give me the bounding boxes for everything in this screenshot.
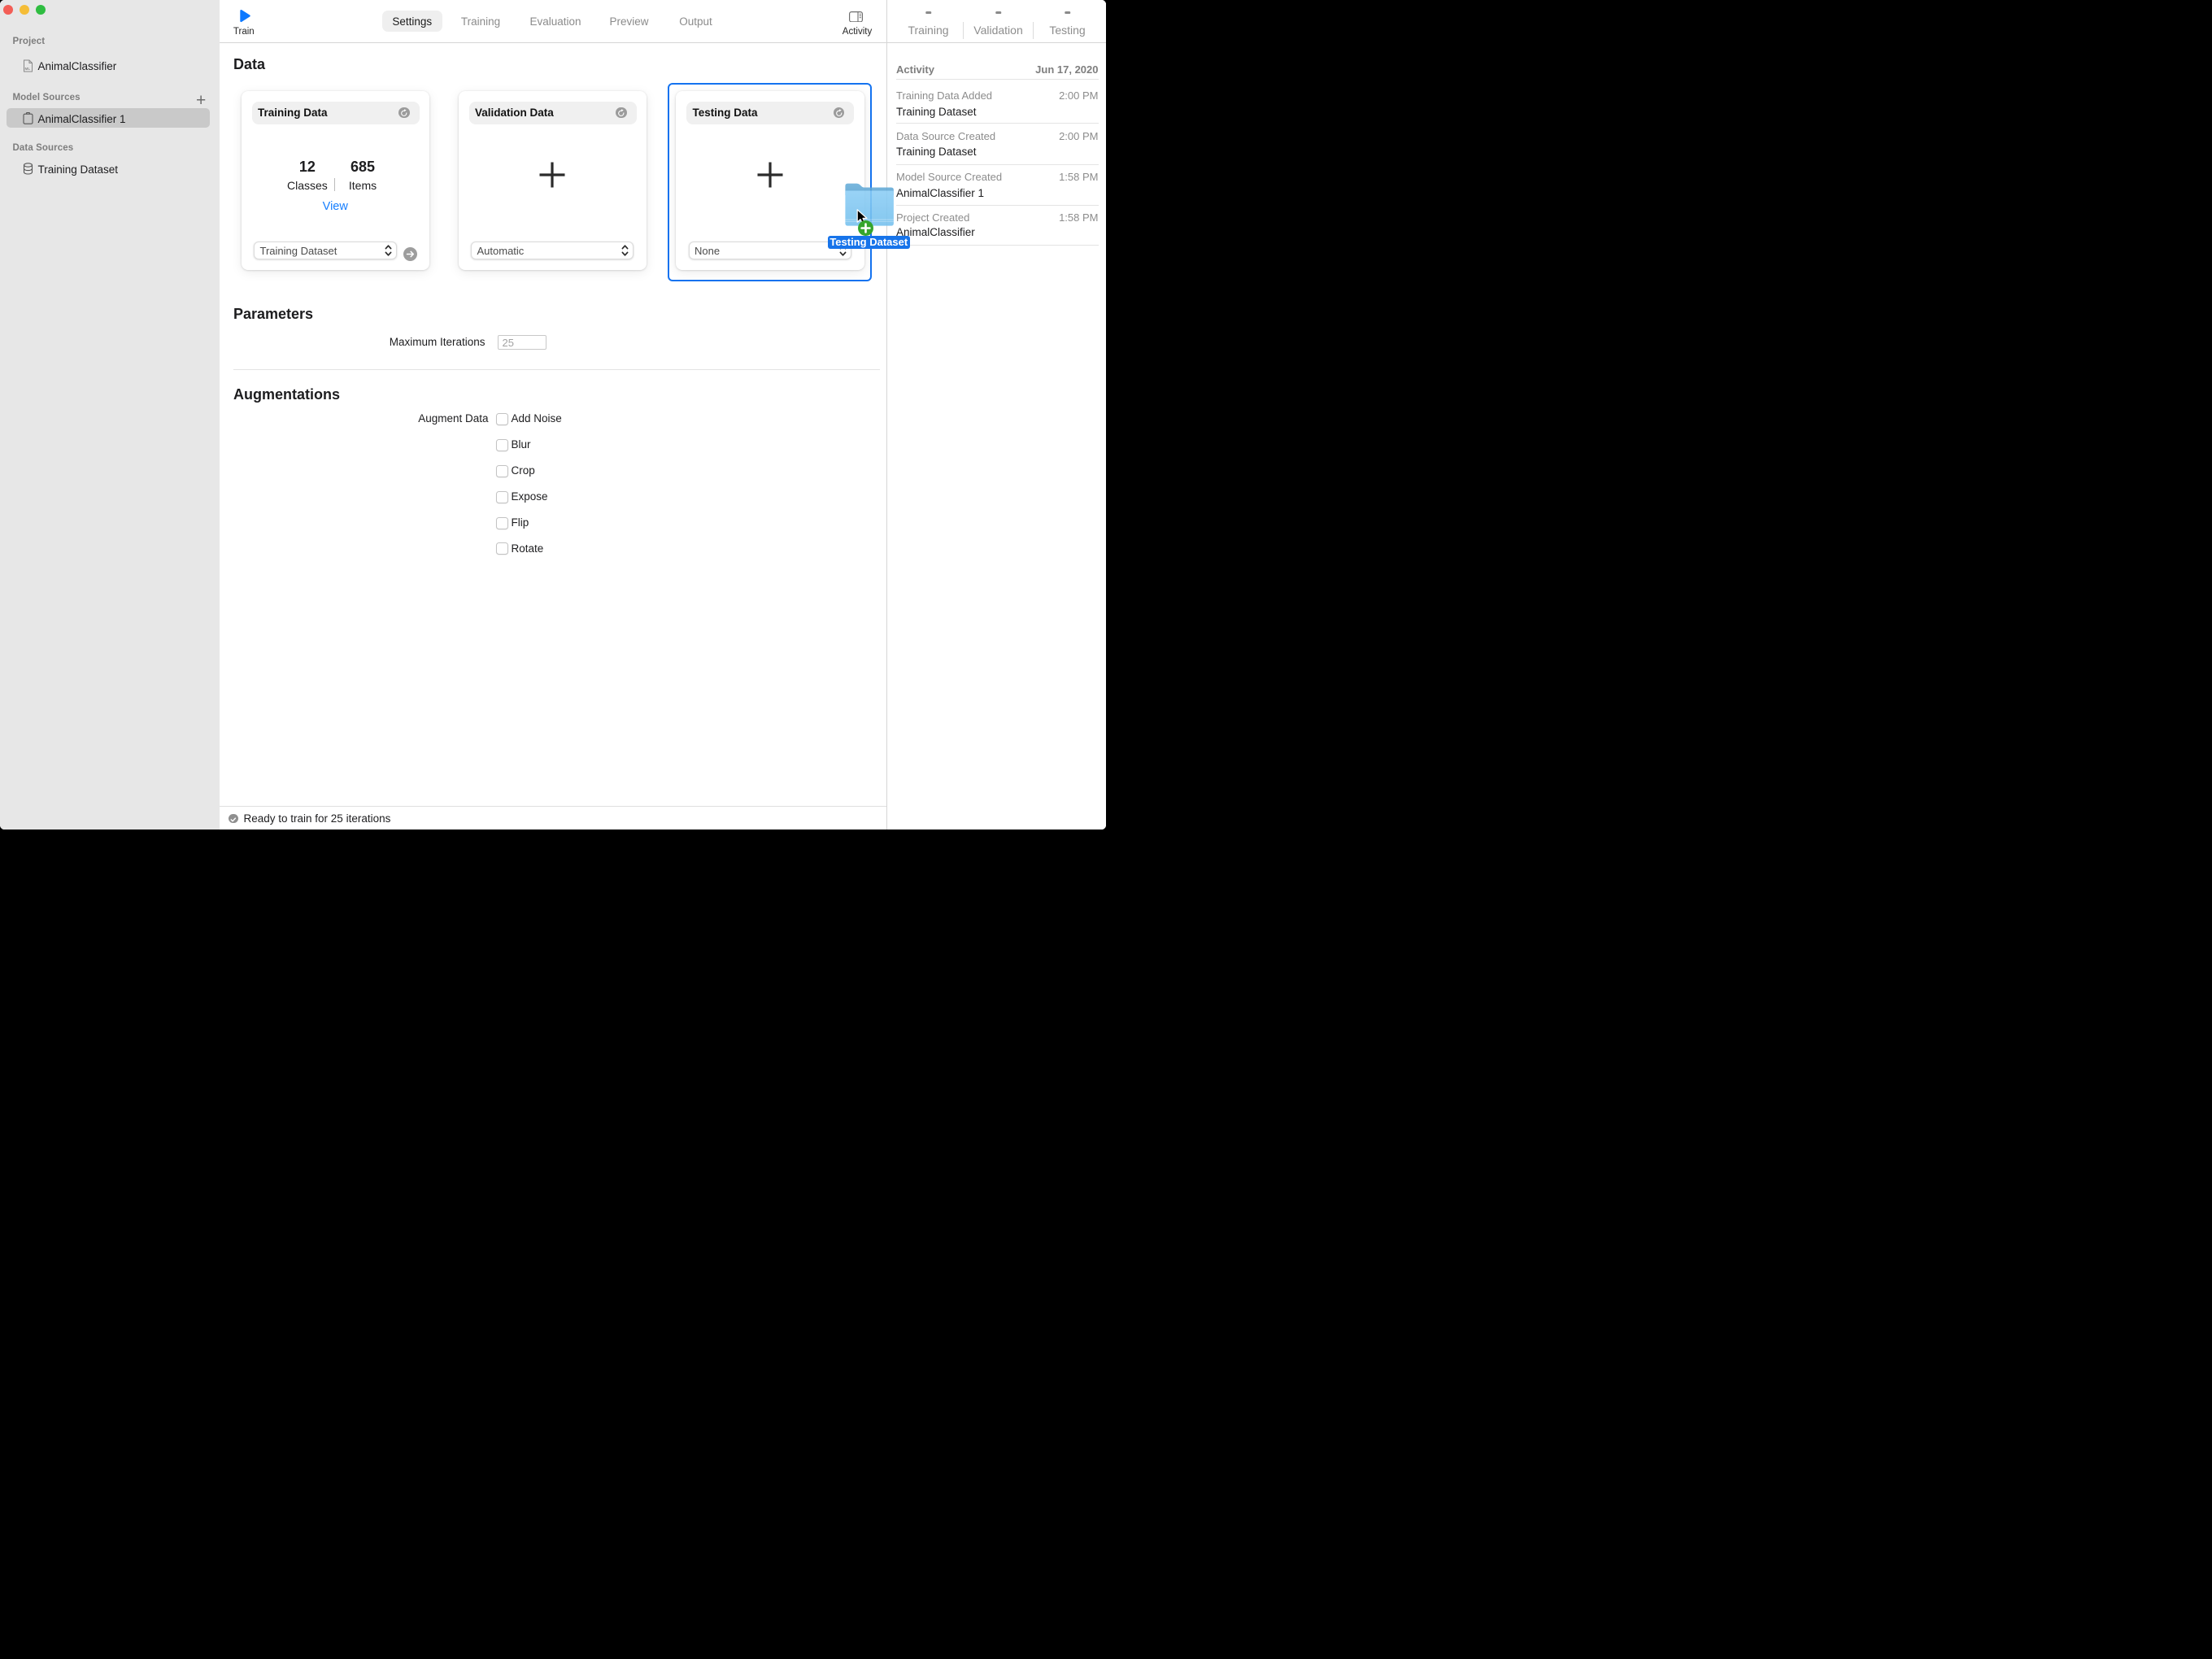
svg-text:ML: ML [25, 67, 31, 71]
